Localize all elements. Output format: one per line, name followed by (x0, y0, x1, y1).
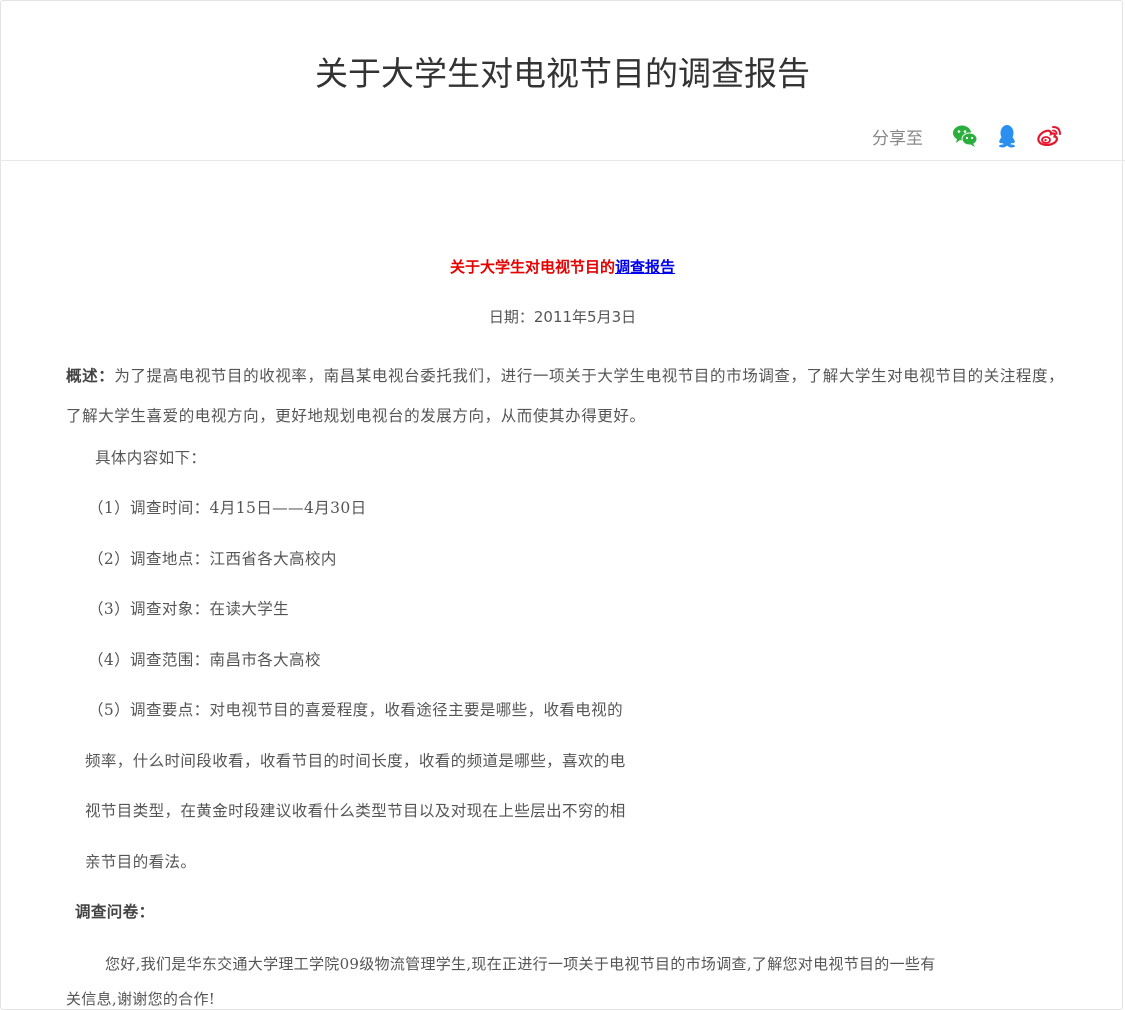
questionnaire-title: 调查问卷： (75, 902, 155, 921)
list-item-continuation: 视节目类型，在黄金时段建议收看什么类型节目以及对现在上些层出不穷的相 (85, 802, 626, 820)
weibo-icon[interactable] (1035, 122, 1063, 150)
questionnaire-text-continued: 关信息,谢谢您的合作! (66, 990, 216, 1008)
summary-lead: 概述： (66, 367, 115, 385)
summary-text: 为了提高电视节目的收视率，南昌某电视台委托我们，进行一项关于大学生电视节目的市场… (66, 367, 1065, 425)
list-item: （1）调查时间：4月15日——4月30日 (88, 499, 367, 517)
list-item: （4）调查范围：南昌市各大高校 (88, 651, 321, 669)
article-title-text: 关于大学生对电视节目的 (449, 258, 615, 276)
summary-paragraph: 概述：为了提高电视节目的收视率，南昌某电视台委托我们，进行一项关于大学生电视节目… (66, 356, 1066, 436)
page-title: 关于大学生对电视节目的调查报告 (315, 54, 810, 93)
list-item: （2）调查地点：江西省各大高校内 (88, 550, 337, 568)
article-title: 关于大学生对电视节目的调查报告 (0, 256, 1125, 278)
questionnaire-text: 您好,我们是华东交通大学理工学院09级物流管理学生,现在正进行一项关于电视节目的… (105, 955, 936, 973)
article-title-link[interactable]: 调查报告 (615, 258, 675, 276)
list-item-continuation: 亲节目的看法。 (85, 853, 197, 871)
share-label: 分享至 (872, 128, 923, 149)
page-header: 关于大学生对电视节目的调查报告 分享至 (0, 0, 1125, 161)
qq-icon[interactable] (993, 122, 1021, 150)
list-item: （3）调查对象：在读大学生 (88, 600, 290, 618)
list-item: （5）调查要点：对电视节目的喜爱程度，收看途径主要是哪些，收看电视的 (88, 701, 623, 719)
content-intro: 具体内容如下： (95, 449, 207, 467)
wechat-icon[interactable] (951, 122, 979, 150)
article-date: 日期：2011年5月3日 (488, 308, 637, 326)
list-item-continuation: 频率，什么时间段收看，收看节目的时间长度，收看的频道是哪些，喜欢的电 (85, 752, 626, 770)
share-bar: 分享至 (872, 122, 1063, 150)
